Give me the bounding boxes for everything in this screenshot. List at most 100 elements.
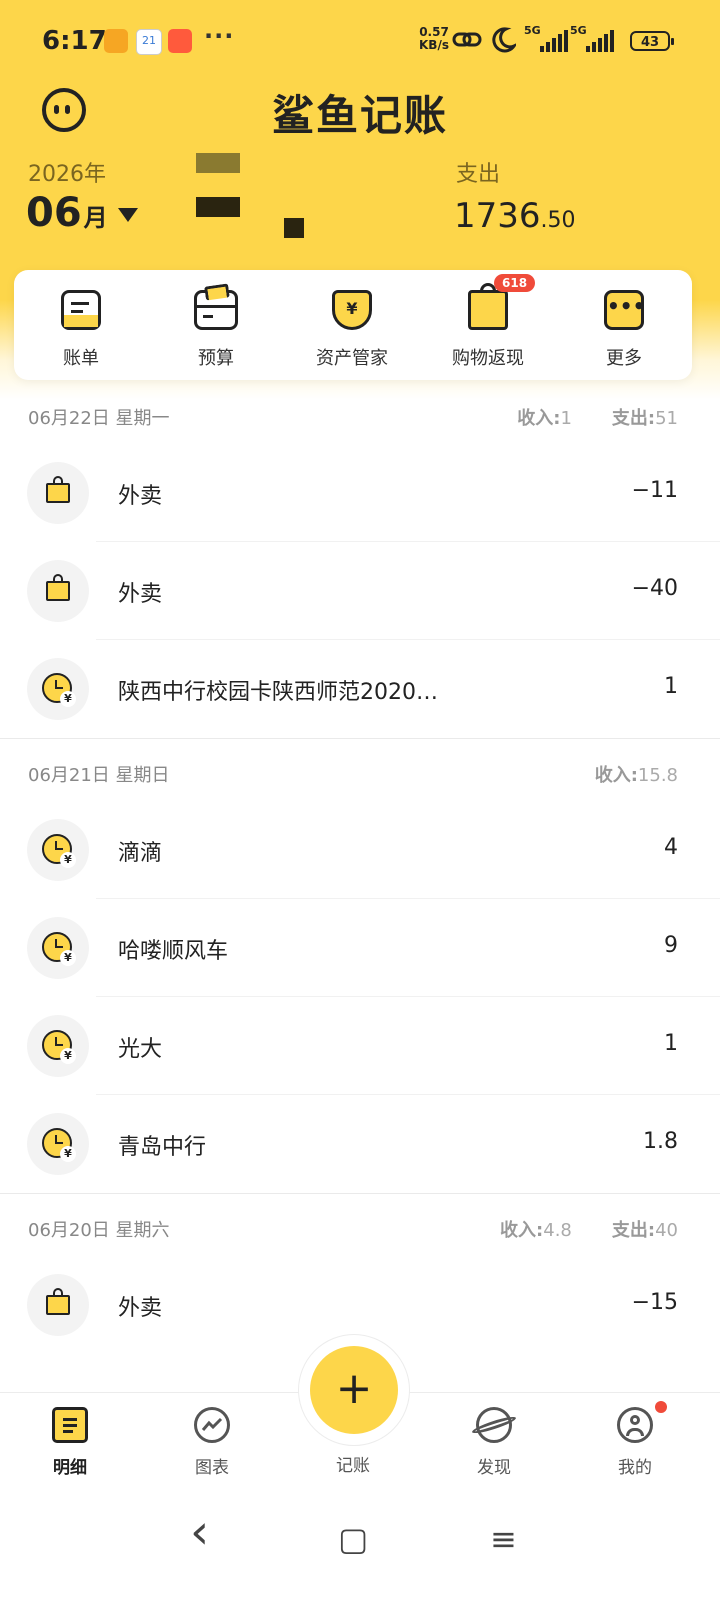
takeout-bag-icon	[27, 462, 89, 524]
tab-details[interactable]: 明细	[20, 1407, 120, 1478]
video-notification-icon	[168, 29, 192, 53]
quick-actions-card: 账单 预算 ¥ 资产管家 618 购物返现 ••• 更多	[14, 270, 692, 380]
day-date: 06月22日 星期一	[28, 408, 170, 429]
day-summary: 收入:1 支出:51	[517, 408, 678, 429]
signal-bars-1-icon	[540, 30, 568, 52]
home-button[interactable]: ▢	[338, 1520, 368, 1558]
quick-action-label: 资产管家	[316, 348, 388, 369]
transaction-list: 06月22日 星期一 收入:1 支出:51 外卖 −11 外卖 −40 ¥ 陕西中…	[0, 392, 720, 1354]
transaction-title: 外卖	[118, 582, 163, 607]
quick-action-more[interactable]: ••• 更多	[564, 286, 684, 370]
transaction-amount: −11	[631, 478, 678, 503]
transaction-amount: −40	[631, 576, 678, 601]
transaction-row[interactable]: 外卖 −11	[0, 444, 720, 542]
quick-action-bill[interactable]: 账单	[21, 286, 141, 370]
day-date: 06月21日 星期日	[28, 765, 170, 786]
transaction-amount: 1	[664, 1031, 678, 1056]
transaction-amount: 4	[664, 835, 678, 860]
recent-apps-button[interactable]: ≡	[490, 1520, 517, 1558]
year-label: 2026年	[28, 162, 106, 187]
more-icon: •••	[604, 290, 645, 330]
quick-action-label: 预算	[198, 348, 234, 369]
day-header: 06月20日 星期六 收入:4.8 支出:40	[0, 1204, 720, 1256]
expense-label: 支出	[456, 162, 501, 187]
salary-clock-icon: ¥	[27, 819, 89, 881]
salary-clock-icon: ¥	[27, 1113, 89, 1175]
bill-icon	[61, 290, 101, 330]
day-summary: 收入:4.8 支出:40	[500, 1220, 678, 1241]
transaction-row[interactable]: ¥ 陕西中行校园卡陕西师范2020… 1	[0, 640, 720, 738]
chart-icon	[194, 1407, 230, 1443]
transaction-amount: −15	[631, 1290, 678, 1315]
quick-action-shopping[interactable]: 618 购物返现	[428, 274, 548, 370]
quick-action-budget[interactable]: 预算	[156, 283, 276, 370]
tab-mine[interactable]: 我的	[585, 1401, 685, 1478]
redacted-block	[196, 197, 240, 217]
tab-charts[interactable]: 图表	[162, 1407, 262, 1478]
transaction-row[interactable]: ¥ 哈喽顺风车 9	[0, 899, 720, 997]
transaction-title: 青岛中行	[118, 1135, 207, 1160]
network-type-1: 5G	[524, 24, 541, 37]
day-header: 06月22日 星期一 收入:1 支出:51	[0, 392, 720, 444]
status-time: 6:17	[42, 26, 107, 56]
transaction-row[interactable]: ¥ 青岛中行 1.8	[0, 1095, 720, 1193]
transaction-title: 光大	[118, 1037, 163, 1062]
day-summary: 收入:15.8	[594, 765, 678, 786]
link-icon	[452, 32, 482, 47]
promo-badge: 618	[494, 274, 536, 292]
tab-discover[interactable]: 发现	[444, 1407, 544, 1478]
transaction-amount: 1.8	[643, 1129, 678, 1154]
tab-record[interactable]: 记账	[303, 1451, 403, 1476]
calendar-notification-icon: 21	[136, 29, 162, 55]
notification-app-icon	[104, 29, 128, 53]
quick-action-asset[interactable]: ¥ 资产管家	[292, 286, 412, 370]
redacted-block	[284, 218, 304, 238]
record-fab-container: +	[298, 1334, 410, 1446]
transaction-amount: 9	[664, 933, 678, 958]
notification-dot	[655, 1401, 667, 1413]
transaction-row[interactable]: ¥ 滴滴 4	[0, 801, 720, 899]
transaction-row[interactable]: ¥ 光大 1	[0, 997, 720, 1095]
system-nav-bar: ‹ ▢ ≡	[0, 1492, 720, 1600]
caret-down-icon	[117, 208, 138, 222]
signal-bars-2-icon	[586, 30, 614, 52]
battery-icon: 43	[630, 31, 674, 51]
status-bar: 6:17 21 ··· 0.57 KB/s 5G 5G 43	[0, 0, 720, 80]
quick-action-label: 更多	[606, 348, 642, 369]
profile-icon	[617, 1407, 653, 1443]
month-unit: 月	[83, 204, 108, 232]
planet-icon	[470, 1407, 518, 1443]
network-type-2: 5G	[570, 24, 587, 37]
transaction-title: 外卖	[118, 484, 163, 509]
transaction-title: 滴滴	[118, 841, 163, 866]
budget-wallet-icon	[194, 283, 238, 330]
app-title: 鲨鱼记账	[271, 91, 448, 140]
network-speed: 0.57 KB/s	[419, 25, 449, 52]
moon-icon	[492, 27, 516, 53]
salary-clock-icon: ¥	[27, 658, 89, 720]
quick-action-label: 购物返现	[452, 348, 524, 369]
transaction-amount: 1	[664, 674, 678, 699]
transaction-title: 外卖	[118, 1296, 163, 1321]
month-selector[interactable]: 06月	[26, 190, 138, 236]
day-divider	[0, 1193, 720, 1194]
list-icon	[52, 1407, 88, 1443]
transaction-row[interactable]: 外卖 −40	[0, 542, 720, 640]
record-fab-button[interactable]: +	[310, 1346, 398, 1434]
expense-total: 1736.50	[454, 196, 576, 236]
more-notifications-icon: ···	[204, 22, 235, 50]
month-value: 06	[26, 190, 82, 236]
day-date: 06月20日 星期六	[28, 1220, 170, 1241]
salary-clock-icon: ¥	[27, 1015, 89, 1077]
redacted-block	[196, 153, 240, 173]
transaction-title: 陕西中行校园卡陕西师范2020…	[118, 680, 438, 705]
takeout-bag-icon	[27, 560, 89, 622]
transaction-title: 哈喽顺风车	[118, 939, 229, 964]
day-header: 06月21日 星期日 收入:15.8	[0, 749, 720, 801]
plus-icon: +	[335, 1363, 373, 1414]
back-button[interactable]: ‹	[190, 1504, 209, 1560]
shopping-bag-icon	[468, 283, 508, 330]
takeout-bag-icon	[27, 1274, 89, 1336]
salary-clock-icon: ¥	[27, 917, 89, 979]
day-divider	[0, 738, 720, 739]
